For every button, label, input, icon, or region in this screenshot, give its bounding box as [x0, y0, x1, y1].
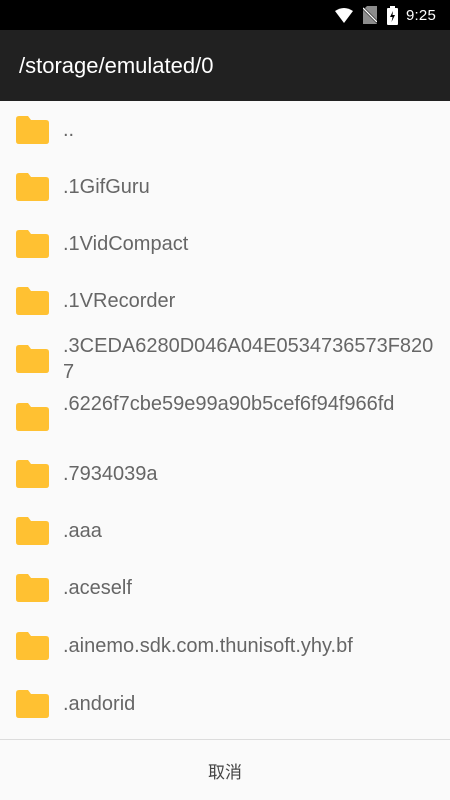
folder-icon: [16, 690, 49, 718]
file-name: .1VRecorder: [63, 290, 176, 312]
file-row[interactable]: .6226f7cbe59e99a90b5cef6f94f966fd: [0, 387, 450, 445]
folder-icon: [16, 230, 49, 258]
status-bar: 9:25: [0, 0, 450, 30]
current-path-title: /storage/emulated/0: [19, 52, 214, 78]
file-row[interactable]: ..: [0, 101, 450, 158]
file-row[interactable]: .ainemo.sdk.com.thunisoft.yhy.bf: [0, 616, 450, 674]
file-row[interactable]: .aaa: [0, 502, 450, 559]
status-time: 9:25: [406, 6, 436, 24]
folder-icon: [16, 173, 49, 201]
folder-icon: [16, 460, 49, 488]
file-row[interactable]: .1VidCompact: [0, 215, 450, 272]
file-name: .ainemo.sdk.com.thunisoft.yhy.bf: [63, 635, 353, 657]
folder-icon: [16, 632, 49, 660]
file-row[interactable]: .aceself: [0, 559, 450, 616]
file-name: .6226f7cbe59e99a90b5cef6f94f966fd: [63, 393, 395, 415]
file-row[interactable]: .andorid: [0, 674, 450, 732]
file-name: .andorid: [63, 693, 136, 715]
app-bar: /storage/emulated/0: [0, 30, 450, 101]
file-name: .7934039a: [63, 463, 158, 485]
file-row[interactable]: .1VRecorder: [0, 272, 450, 329]
file-row[interactable]: .7934039a: [0, 445, 450, 502]
file-name: ..: [63, 119, 75, 141]
folder-icon: [16, 116, 49, 144]
file-list[interactable]: .. .1GifGuru .1VidCompact .1VRecorder .3…: [0, 101, 450, 739]
folder-icon: [16, 517, 49, 545]
battery-charging-icon: [387, 5, 398, 25]
file-row[interactable]: .1GifGuru: [0, 158, 450, 215]
wifi-icon: [335, 7, 353, 23]
folder-icon: [16, 403, 49, 431]
cancel-button[interactable]: 取消: [178, 748, 272, 793]
folder-icon: [16, 574, 49, 602]
folder-icon: [16, 287, 49, 315]
file-row[interactable]: .3CEDA6280D046A04E0534736573F8207: [0, 329, 450, 387]
file-name: .1VidCompact: [63, 233, 189, 255]
no-sim-icon: [363, 6, 377, 24]
folder-icon: [16, 345, 49, 373]
bottom-bar: 取消: [0, 740, 450, 800]
file-name: .1GifGuru: [63, 176, 150, 198]
file-name: .3CEDA6280D046A04E0534736573F8207: [63, 335, 434, 383]
file-name: .aaa: [63, 520, 102, 542]
file-name: .aceself: [63, 577, 132, 599]
